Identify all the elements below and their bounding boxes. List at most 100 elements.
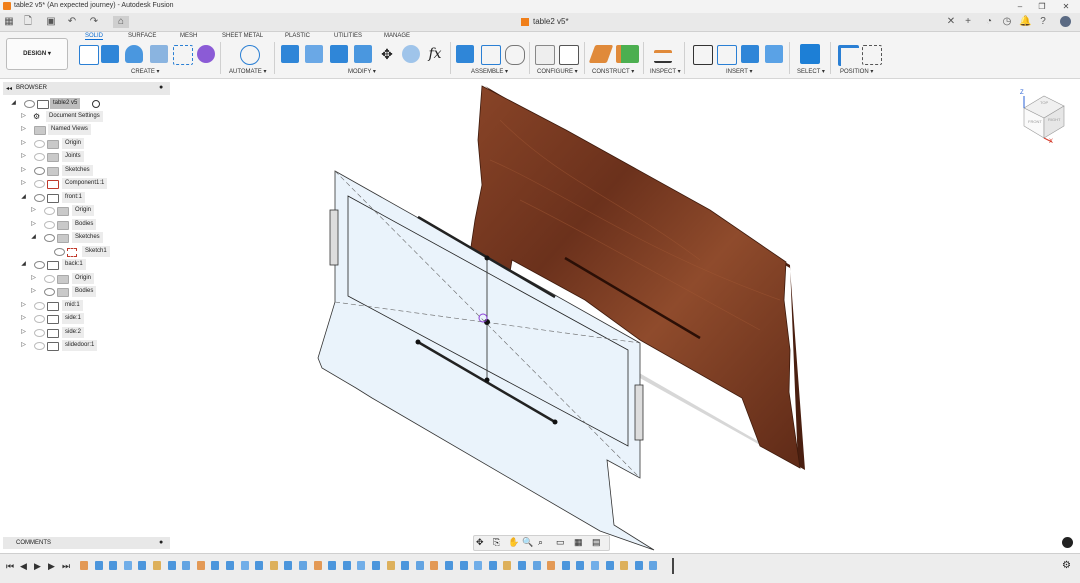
undo-icon[interactable]: ↶ <box>66 16 78 28</box>
visibility-icon[interactable] <box>34 140 45 148</box>
timeline-feature-icon[interactable] <box>591 561 599 570</box>
avatar[interactable] <box>1060 16 1071 27</box>
orbit-icon[interactable]: ✥ <box>476 537 484 548</box>
timeline-feature-icon[interactable] <box>503 561 512 570</box>
timeline-feature-icon[interactable] <box>196 561 205 570</box>
expand-down-icon[interactable]: ◢ <box>10 97 17 110</box>
expand-right-icon[interactable]: ▷ <box>30 285 37 298</box>
pan-icon[interactable]: ✋ <box>508 537 519 548</box>
grid-icon[interactable]: ▦ <box>574 537 583 548</box>
new-component-icon[interactable] <box>456 45 474 63</box>
select-group-label[interactable]: SELECT ▾ <box>797 68 825 75</box>
tree-item-side-1[interactable]: ▷ side:1 <box>20 312 170 325</box>
go-to-end-icon[interactable]: ⏭ <box>62 561 70 572</box>
expand-right-icon[interactable]: ▷ <box>20 326 27 339</box>
timeline-feature-icon[interactable] <box>138 561 147 570</box>
hole-icon[interactable] <box>150 45 168 63</box>
tree-item-sketches[interactable]: ▷ Sketches <box>20 164 170 177</box>
timeline-feature-icon[interactable] <box>532 561 541 570</box>
timeline-feature-icon[interactable] <box>211 561 220 570</box>
tab-manage[interactable]: MANAGE <box>384 33 410 39</box>
create-form-icon[interactable] <box>197 45 215 63</box>
extrude-icon[interactable] <box>101 45 119 63</box>
tree-item-front-bodies[interactable]: ▷ Bodies <box>30 218 170 231</box>
timeline-feature-icon[interactable] <box>576 561 585 570</box>
activate-radio-icon[interactable] <box>92 100 100 108</box>
timeline-feature-icon[interactable] <box>299 561 307 570</box>
expand-down-icon[interactable]: ◢ <box>20 258 27 271</box>
timeline-feature-icon[interactable] <box>445 561 453 570</box>
timeline-feature-icon[interactable] <box>240 561 249 570</box>
tab-solid[interactable]: SOLID <box>85 33 104 40</box>
visibility-icon[interactable] <box>54 248 65 256</box>
assemble-group-label[interactable]: ASSEMBLE ▾ <box>471 68 508 75</box>
timeline-feature-icon[interactable] <box>167 561 176 570</box>
align-icon[interactable] <box>838 45 859 66</box>
configure-group-label[interactable]: CONFIGURE ▾ <box>537 68 578 75</box>
job-status-icon[interactable]: ◷ <box>1001 16 1013 28</box>
visibility-icon[interactable] <box>34 342 45 350</box>
timeline-feature-icon[interactable] <box>80 561 88 570</box>
expand-right-icon[interactable]: ▷ <box>20 177 27 190</box>
visibility-icon[interactable] <box>34 180 45 188</box>
timeline-feature-icon[interactable] <box>357 561 366 570</box>
viewports-icon[interactable]: ▤ <box>592 537 601 548</box>
timeline-settings-icon[interactable]: ⚙ <box>1062 560 1071 571</box>
tree-item-component1[interactable]: ▷ Component1:1 <box>20 177 170 190</box>
timeline-feature-icon[interactable] <box>518 561 526 570</box>
timeline-feature-icon[interactable] <box>372 561 380 570</box>
help-icon[interactable]: ? <box>1037 16 1049 28</box>
timeline-feature-icon[interactable] <box>153 561 161 570</box>
notifications-icon[interactable]: 🔔 <box>1019 16 1031 28</box>
tree-item-back[interactable]: ◢ back:1 <box>20 258 170 271</box>
tree-item-slidedoor[interactable]: ▷ slidedoor:1 <box>20 339 170 352</box>
timeline-feature-icon[interactable] <box>430 561 439 570</box>
revolve-icon[interactable] <box>125 45 143 63</box>
fit-icon[interactable]: ⌕ <box>538 537 543 548</box>
timeline-feature-icon[interactable] <box>547 561 556 570</box>
configure-icon[interactable] <box>535 45 555 65</box>
tree-item-document-settings[interactable]: ▷ ⚙ Document Settings <box>20 110 170 123</box>
timeline-feature-icon[interactable] <box>226 561 234 570</box>
timeline-feature-icon[interactable] <box>342 561 351 570</box>
shell-icon[interactable] <box>354 45 372 63</box>
visibility-icon[interactable] <box>44 275 55 283</box>
timeline-feature-icon[interactable] <box>386 561 395 570</box>
timeline-feature-icon[interactable] <box>415 561 424 570</box>
expand-right-icon[interactable]: ▷ <box>30 204 37 217</box>
visibility-icon[interactable] <box>34 315 45 323</box>
tree-item-joints[interactable]: ▷ Joints <box>20 150 170 163</box>
timeline-feature-icon[interactable] <box>620 561 629 570</box>
visibility-icon[interactable] <box>44 207 55 215</box>
pattern-icon[interactable] <box>173 45 193 65</box>
joint-icon[interactable] <box>481 45 501 65</box>
chamfer-icon[interactable] <box>330 45 348 63</box>
tab-surface[interactable]: SURFACE <box>128 33 156 39</box>
expand-down-icon[interactable]: ◢ <box>20 191 27 204</box>
position-capture-icon[interactable] <box>862 45 882 65</box>
measure-icon[interactable] <box>654 50 672 63</box>
browser-header[interactable]: ◂◂ BROWSER ● <box>3 82 170 95</box>
timeline-feature-icon[interactable] <box>313 561 322 570</box>
construct-group-label[interactable]: CONSTRUCT ▾ <box>592 68 634 75</box>
timeline-feature-icon[interactable] <box>328 561 337 570</box>
apps-grid-icon[interactable]: ▦ <box>3 16 15 28</box>
tree-item-origin[interactable]: ▷ Origin <box>20 137 170 150</box>
expand-right-icon[interactable]: ▷ <box>30 272 37 285</box>
close-button[interactable]: ✕ <box>1056 1 1076 12</box>
timeline-feature-icon[interactable] <box>109 561 118 570</box>
automate-icon[interactable] <box>240 45 260 65</box>
timeline-feature-icon[interactable] <box>284 561 293 570</box>
timeline-feature-icon[interactable] <box>634 561 643 570</box>
timeline-feature-icon[interactable] <box>459 561 468 570</box>
visibility-icon[interactable] <box>34 329 45 337</box>
tab-mesh[interactable]: MESH <box>180 33 197 39</box>
step-back-icon[interactable]: ◀ <box>20 561 27 572</box>
new-tab-icon[interactable]: + <box>962 16 974 28</box>
tab-sheet-metal[interactable]: SHEET METAL <box>222 33 263 39</box>
select-icon[interactable] <box>800 44 820 64</box>
workspace-switcher[interactable]: DESIGN ▾ <box>6 38 68 70</box>
chat-icon[interactable] <box>1062 537 1073 548</box>
expand-right-icon[interactable]: ▷ <box>20 312 27 325</box>
expand-right-icon[interactable]: ▷ <box>20 164 27 177</box>
